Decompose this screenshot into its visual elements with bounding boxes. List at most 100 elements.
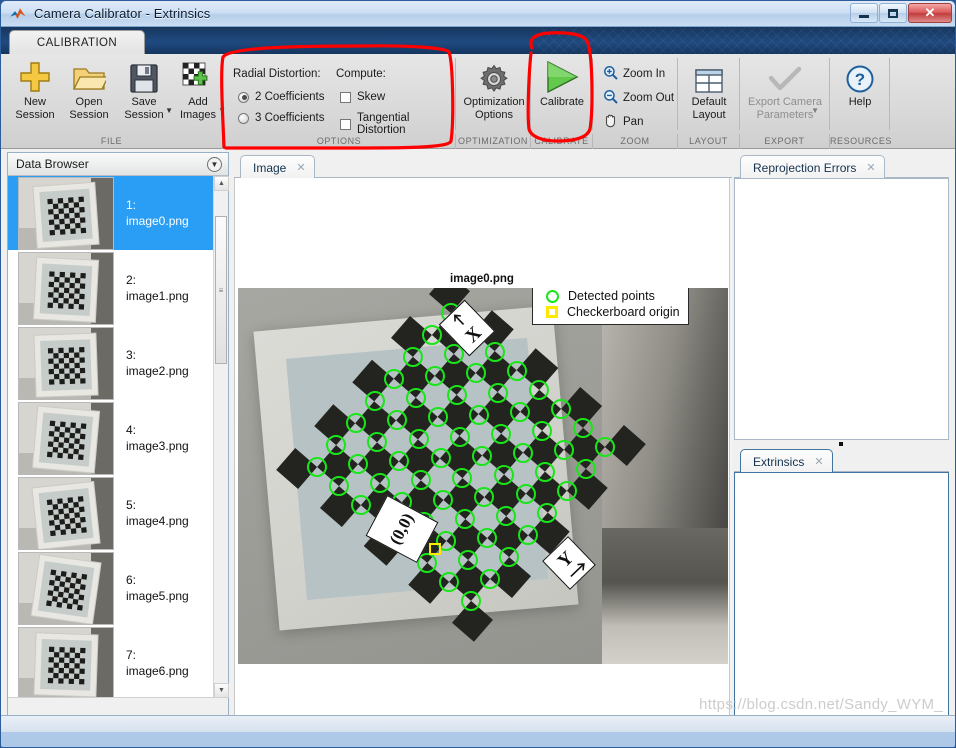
scroll-up-arrow-icon[interactable]: ▲ bbox=[214, 176, 229, 191]
checkbox-skew-icon[interactable] bbox=[340, 91, 351, 103]
tab-extrinsics[interactable]: Extrinsics ✕ bbox=[740, 449, 833, 473]
title-bar: Camera Calibrator - Extrinsics ✕ bbox=[1, 1, 955, 27]
radio-2-coefficients-icon[interactable] bbox=[238, 91, 249, 103]
tab-reprojection-errors[interactable]: Reprojection Errors ✕ bbox=[740, 155, 885, 179]
minimize-button[interactable] bbox=[850, 3, 878, 23]
open-session-label: Open Session bbox=[69, 96, 109, 121]
tab-calibration[interactable]: CALIBRATION bbox=[9, 30, 145, 55]
grid-layout-icon bbox=[694, 58, 724, 94]
list-item[interactable]: 4: image3.png bbox=[8, 401, 228, 476]
detected-points-circle-icon bbox=[546, 289, 559, 303]
reprojection-errors-panel: Reprojection Errors ✕ bbox=[734, 152, 949, 440]
default-layout-label: Default Layout bbox=[691, 96, 727, 121]
list-item[interactable]: 7: image6.png bbox=[8, 626, 228, 698]
list-item-index: 3: bbox=[126, 348, 137, 362]
group-label-layout: LAYOUT bbox=[678, 134, 740, 149]
ribbon-group-file: New Session Open Session Save Session ▼ bbox=[1, 54, 226, 134]
checkmark-icon bbox=[768, 58, 802, 94]
calibrate-button[interactable]: Calibrate bbox=[534, 58, 590, 132]
list-item-label: 5: image4.png bbox=[126, 476, 189, 550]
zoom-in-button[interactable]: Zoom In bbox=[603, 65, 665, 83]
image-tab-strip: Image ✕ bbox=[234, 152, 732, 179]
radio-2-coefficients[interactable]: 2 Coefficients bbox=[238, 91, 324, 103]
image-list[interactable]: 1: image0.png 2: image1.png 3: image2.png 4: im… bbox=[8, 176, 228, 698]
save-session-button[interactable]: Save Session ▼ bbox=[113, 58, 175, 132]
detected-point bbox=[452, 467, 473, 488]
maximize-button[interactable] bbox=[879, 3, 907, 23]
pan-button[interactable]: Pan bbox=[603, 113, 643, 131]
list-item-index: 6: bbox=[126, 573, 137, 587]
export-camera-parameters-button[interactable]: Export Camera Parameters ▼ bbox=[743, 58, 827, 132]
list-item[interactable]: 2: image1.png bbox=[8, 251, 228, 326]
detected-point bbox=[506, 360, 527, 381]
radio-2-coefficients-label: 2 Coefficients bbox=[255, 91, 325, 103]
detected-point bbox=[455, 508, 476, 529]
close-button[interactable]: ✕ bbox=[908, 3, 952, 23]
tab-reprojection-errors-close-icon[interactable]: ✕ bbox=[866, 161, 875, 174]
extrinsics-panel: Extrinsics ✕ bbox=[734, 446, 949, 720]
open-session-button[interactable]: Open Session bbox=[61, 58, 117, 132]
group-label-options: OPTIONS bbox=[223, 134, 456, 149]
help-button[interactable]: ? Help bbox=[832, 58, 888, 132]
radio-3-coefficients[interactable]: 3 Coefficients bbox=[238, 112, 324, 124]
default-layout-button[interactable]: Default Layout bbox=[681, 58, 737, 132]
list-item-index: 2: bbox=[126, 273, 137, 287]
zoom-in-icon bbox=[603, 65, 618, 83]
image-filename-title: image0.png bbox=[450, 273, 514, 285]
calibration-photo[interactable]: X Y (0,0) Detected points Checkerboard o… bbox=[238, 288, 728, 664]
export-dropdown-arrow-icon[interactable]: ▼ bbox=[811, 104, 819, 117]
chevron-down-icon[interactable]: ▼ bbox=[207, 157, 222, 172]
list-item-filename: image6.png bbox=[126, 664, 189, 678]
status-bar bbox=[1, 715, 955, 732]
tab-image-close-icon[interactable]: ✕ bbox=[296, 161, 305, 174]
list-item[interactable]: 6: image5.png bbox=[8, 551, 228, 626]
help-circle-icon: ? bbox=[845, 58, 875, 94]
checkbox-tangential-distortion[interactable]: Tangential Distortion bbox=[340, 112, 456, 136]
pan-label: Pan bbox=[623, 116, 644, 128]
radio-3-coefficients-label: 3 Coefficients bbox=[255, 112, 325, 124]
scrollbar-thumb[interactable]: ≡ bbox=[215, 216, 227, 364]
detected-point bbox=[402, 347, 423, 368]
list-item[interactable]: 5: image4.png bbox=[8, 476, 228, 551]
ribbon-group-optimization: Optimization Options bbox=[456, 54, 531, 134]
scroll-down-arrow-icon[interactable]: ▼ bbox=[214, 683, 229, 698]
extrinsics-tab-strip: Extrinsics ✕ bbox=[734, 446, 949, 473]
svg-text:?: ? bbox=[855, 70, 865, 89]
detected-point bbox=[550, 398, 571, 419]
add-images-button[interactable]: Add Images ▼ bbox=[171, 58, 226, 132]
detected-point bbox=[480, 568, 501, 589]
image-canvas[interactable]: image0.png X Y (0,0) Detected points Che… bbox=[234, 178, 730, 718]
tab-extrinsics-close-icon[interactable]: ✕ bbox=[814, 455, 823, 468]
window-title: Camera Calibrator - Extrinsics bbox=[34, 6, 211, 21]
detected-point bbox=[461, 590, 482, 611]
legend-row-detected-points: Detected points bbox=[540, 289, 680, 303]
extrinsics-content[interactable] bbox=[734, 472, 949, 720]
thumbnail-image bbox=[18, 177, 114, 250]
detected-point bbox=[487, 382, 508, 403]
detected-point bbox=[575, 458, 596, 479]
checkbox-skew[interactable]: Skew bbox=[340, 91, 385, 103]
reprojection-errors-content[interactable] bbox=[734, 178, 949, 440]
green-play-triangle-icon bbox=[543, 58, 581, 94]
list-item[interactable]: 1: image0.png bbox=[8, 176, 228, 251]
optimization-options-button[interactable]: Optimization Options bbox=[463, 58, 525, 132]
image-list-scrollbar[interactable]: ▲ ≡ ▼ bbox=[213, 176, 229, 698]
zoom-out-button[interactable]: Zoom Out bbox=[603, 89, 674, 107]
save-session-icon bbox=[129, 58, 159, 94]
group-separator bbox=[889, 58, 890, 130]
detected-point bbox=[477, 527, 498, 548]
checkbox-tangential-distortion-icon[interactable] bbox=[340, 118, 351, 130]
gear-icon bbox=[479, 58, 509, 94]
radio-3-coefficients-icon[interactable] bbox=[238, 112, 249, 124]
data-browser-title: Data Browser bbox=[16, 157, 89, 171]
list-item-label: 6: image5.png bbox=[126, 551, 189, 625]
image-document-panel: Image ✕ image0.png X Y (0,0) Detected po… bbox=[234, 152, 732, 720]
detected-point bbox=[458, 549, 479, 570]
detected-point bbox=[383, 369, 404, 390]
list-item[interactable]: 3: image2.png bbox=[8, 326, 228, 401]
detected-point bbox=[367, 432, 388, 453]
new-session-button[interactable]: New Session bbox=[7, 58, 63, 132]
image-legend: Detected points Checkerboard origin bbox=[532, 288, 689, 325]
detected-point bbox=[594, 436, 615, 457]
tab-image[interactable]: Image ✕ bbox=[240, 155, 315, 179]
